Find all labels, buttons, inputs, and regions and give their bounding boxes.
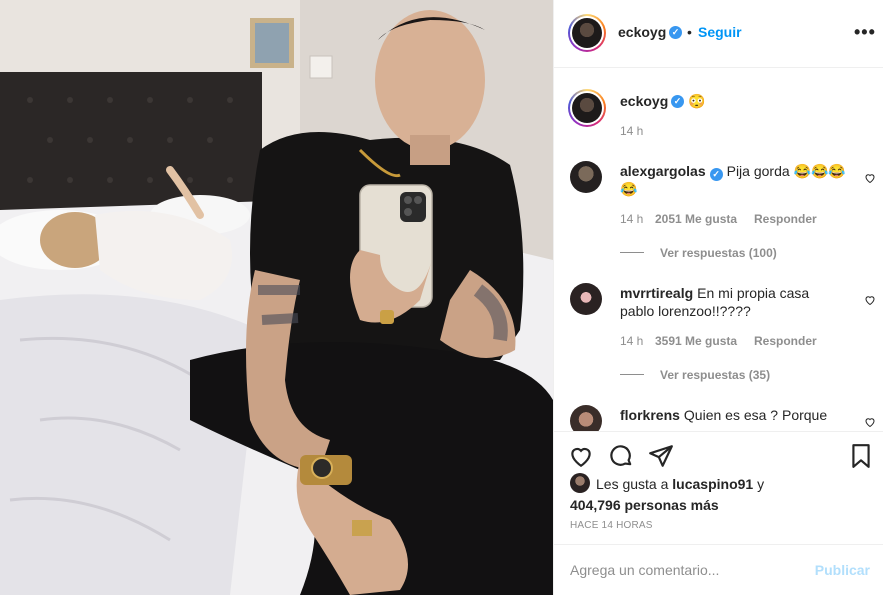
comment-body: En mi propia casa [697,285,810,301]
comment-composer: Publicar [554,544,883,595]
liker-avatar[interactable] [570,473,590,494]
caption-avatar[interactable] [568,89,606,127]
commenter-avatar[interactable] [570,405,602,431]
reply-button[interactable]: Responder [754,334,817,348]
bookmark-icon[interactable] [848,443,874,469]
comment-body: Pija gorda 😂😂😂 [726,163,846,179]
comment-icon[interactable] [608,443,634,469]
comment-body-cont: pablo lorenzoo!!???? [620,303,751,319]
liker-username[interactable]: lucaspino91 [672,476,753,492]
commenter-username[interactable]: mvrrtirealg [620,285,693,301]
caption-text: eckoyg [620,92,672,110]
publish-button[interactable]: Publicar [815,562,870,578]
likes-joiner: y [757,476,765,492]
heart-icon[interactable] [864,172,876,184]
likes-count[interactable]: 404,796 personas más [570,497,719,513]
share-icon[interactable] [648,443,674,469]
comment-input[interactable] [570,560,810,580]
reply-button[interactable]: Responder [754,212,817,226]
caption-time[interactable]: 14 h [620,124,643,138]
likes-prefix: Les gusta a [596,476,669,492]
likes-summary: Les gusta a lucaspino91 y 404,796 persona… [570,473,870,515]
heart-icon[interactable] [864,294,876,306]
verified-icon: ✓ [671,95,684,108]
comment-text: florkrens Quien es esa ? Porque [620,406,850,424]
author-avatar[interactable] [568,14,606,52]
comment-time[interactable]: 14 h [620,212,643,226]
commenter-username[interactable]: florkrens [620,407,680,423]
replies-line [620,252,644,253]
post-details-panel: eckoyg ✓ • Seguir ••• eckoyg ✓ 😳 14 h al… [553,0,883,595]
comment-likes[interactable]: 2051 Me gusta [655,212,737,226]
verified-icon: ✓ [709,168,723,181]
author-username[interactable]: eckoyg [618,24,666,40]
comment-time[interactable]: 14 h [620,334,643,348]
more-options-icon[interactable]: ••• [854,22,876,43]
comment-text: mvrrtirealg En mi propia casa pablo lorenz… [620,284,850,320]
commenter-avatar[interactable] [570,283,602,315]
follow-button[interactable]: Seguir [698,24,742,40]
caption-emoji: 😳 [688,93,706,109]
verified-icon: ✓ [669,26,682,39]
view-replies-button[interactable]: Ver respuestas (35) [660,368,770,382]
commenter-avatar[interactable] [570,161,602,193]
heart-icon[interactable] [568,443,594,469]
post-photo[interactable] [0,0,553,595]
separator-dot: • [687,24,692,40]
comment-text: alexgargolas ✓ Pija gorda 😂😂😂 😂 [620,162,850,198]
comments-list[interactable]: eckoyg ✓ 😳 14 h alexgargolas ✓ Pija gorda … [554,69,883,431]
posted-time[interactable]: HACE 14 HORAS [570,520,653,531]
comment-likes[interactable]: 3591 Me gusta [655,334,737,348]
replies-line [620,374,644,375]
commenter-username[interactable]: alexgargolas [620,163,706,179]
comment-body: Quien es esa ? Porque [683,407,828,423]
action-bar [554,431,883,477]
heart-icon[interactable] [864,416,876,428]
photo-illustration [0,0,553,595]
caption-username[interactable]: eckoyg [620,93,668,109]
post-header: eckoyg ✓ • Seguir ••• [554,0,883,68]
view-replies-button[interactable]: Ver respuestas (100) [660,246,777,260]
comment-body-cont: 😂 [620,181,638,197]
